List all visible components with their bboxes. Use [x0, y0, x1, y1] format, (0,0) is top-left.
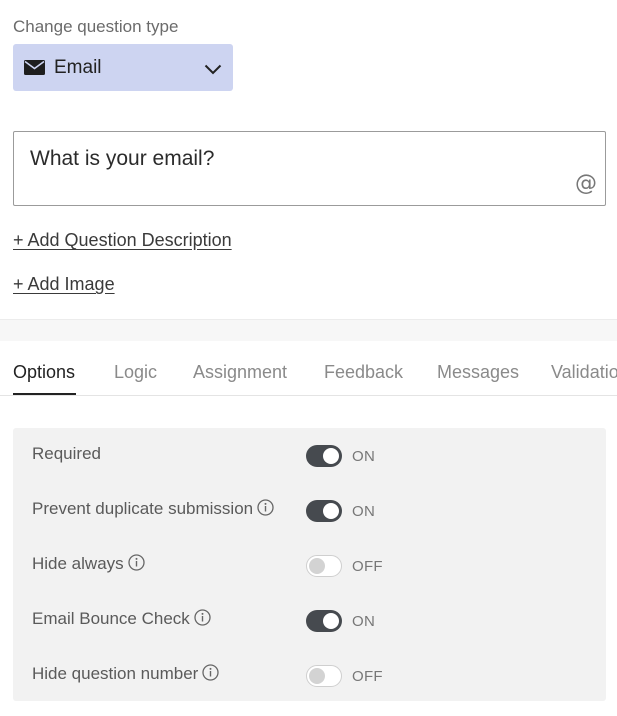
add-image-link[interactable]: + Add Image	[13, 274, 115, 295]
option-email-bounce-check: Email Bounce Check ON	[13, 601, 606, 641]
email-bounce-check-toggle[interactable]	[306, 610, 342, 632]
at-sign-icon: @	[575, 171, 597, 196]
envelope-icon	[24, 60, 45, 75]
tab-feedback[interactable]: Feedback	[324, 362, 403, 383]
question-text: What is your email?	[30, 147, 215, 170]
question-editor: Change question type Email What is your …	[0, 0, 617, 319]
hide-always-toggle[interactable]	[306, 555, 342, 577]
prevent-duplicate-toggle[interactable]	[306, 500, 342, 522]
option-hide-question-number: Hide question number OFF	[13, 656, 606, 696]
option-label: Required	[32, 444, 101, 463]
toggle-knob	[309, 558, 325, 574]
required-toggle[interactable]	[306, 445, 342, 467]
section-divider	[0, 319, 617, 341]
toggle-state: OFF	[352, 668, 383, 685]
option-hide-always: Hide always OFF	[13, 546, 606, 586]
options-panel: Required ON Prevent duplicate submission…	[13, 428, 606, 701]
option-required: Required ON	[13, 436, 606, 476]
tab-options[interactable]: Options	[13, 362, 75, 383]
info-icon[interactable]	[194, 609, 211, 626]
toggle-state: OFF	[352, 558, 383, 575]
active-tab-indicator	[13, 393, 76, 395]
tab-assignment[interactable]: Assignment	[193, 362, 287, 383]
tab-logic[interactable]: Logic	[114, 362, 157, 383]
question-type-select[interactable]: Email	[13, 44, 233, 91]
toggle-state: ON	[352, 613, 376, 630]
option-prevent-duplicate: Prevent duplicate submission ON	[13, 491, 606, 531]
toggle-knob	[323, 613, 339, 629]
question-type-label: Change question type	[13, 17, 179, 36]
option-label: Hide always	[32, 554, 145, 574]
tab-validation[interactable]: Validation	[551, 362, 617, 383]
toggle-state: ON	[352, 503, 376, 520]
hide-question-number-toggle[interactable]	[306, 665, 342, 687]
toggle-knob	[323, 448, 339, 464]
info-icon[interactable]	[128, 554, 145, 571]
option-label: Hide question number	[32, 664, 219, 684]
option-label: Prevent duplicate submission	[32, 499, 274, 519]
question-text-input[interactable]: What is your email? @	[13, 131, 606, 206]
info-icon[interactable]	[202, 664, 219, 681]
settings-tabs: Options Logic Assignment Feedback Messag…	[0, 341, 617, 396]
toggle-knob	[323, 503, 339, 519]
tab-messages[interactable]: Messages	[437, 362, 519, 383]
info-icon[interactable]	[257, 499, 274, 516]
toggle-state: ON	[352, 448, 376, 465]
question-type-value: Email	[54, 57, 102, 78]
add-question-description-link[interactable]: + Add Question Description	[13, 230, 232, 251]
chevron-down-icon	[204, 64, 222, 75]
option-label: Email Bounce Check	[32, 609, 211, 629]
toggle-knob	[309, 668, 325, 684]
